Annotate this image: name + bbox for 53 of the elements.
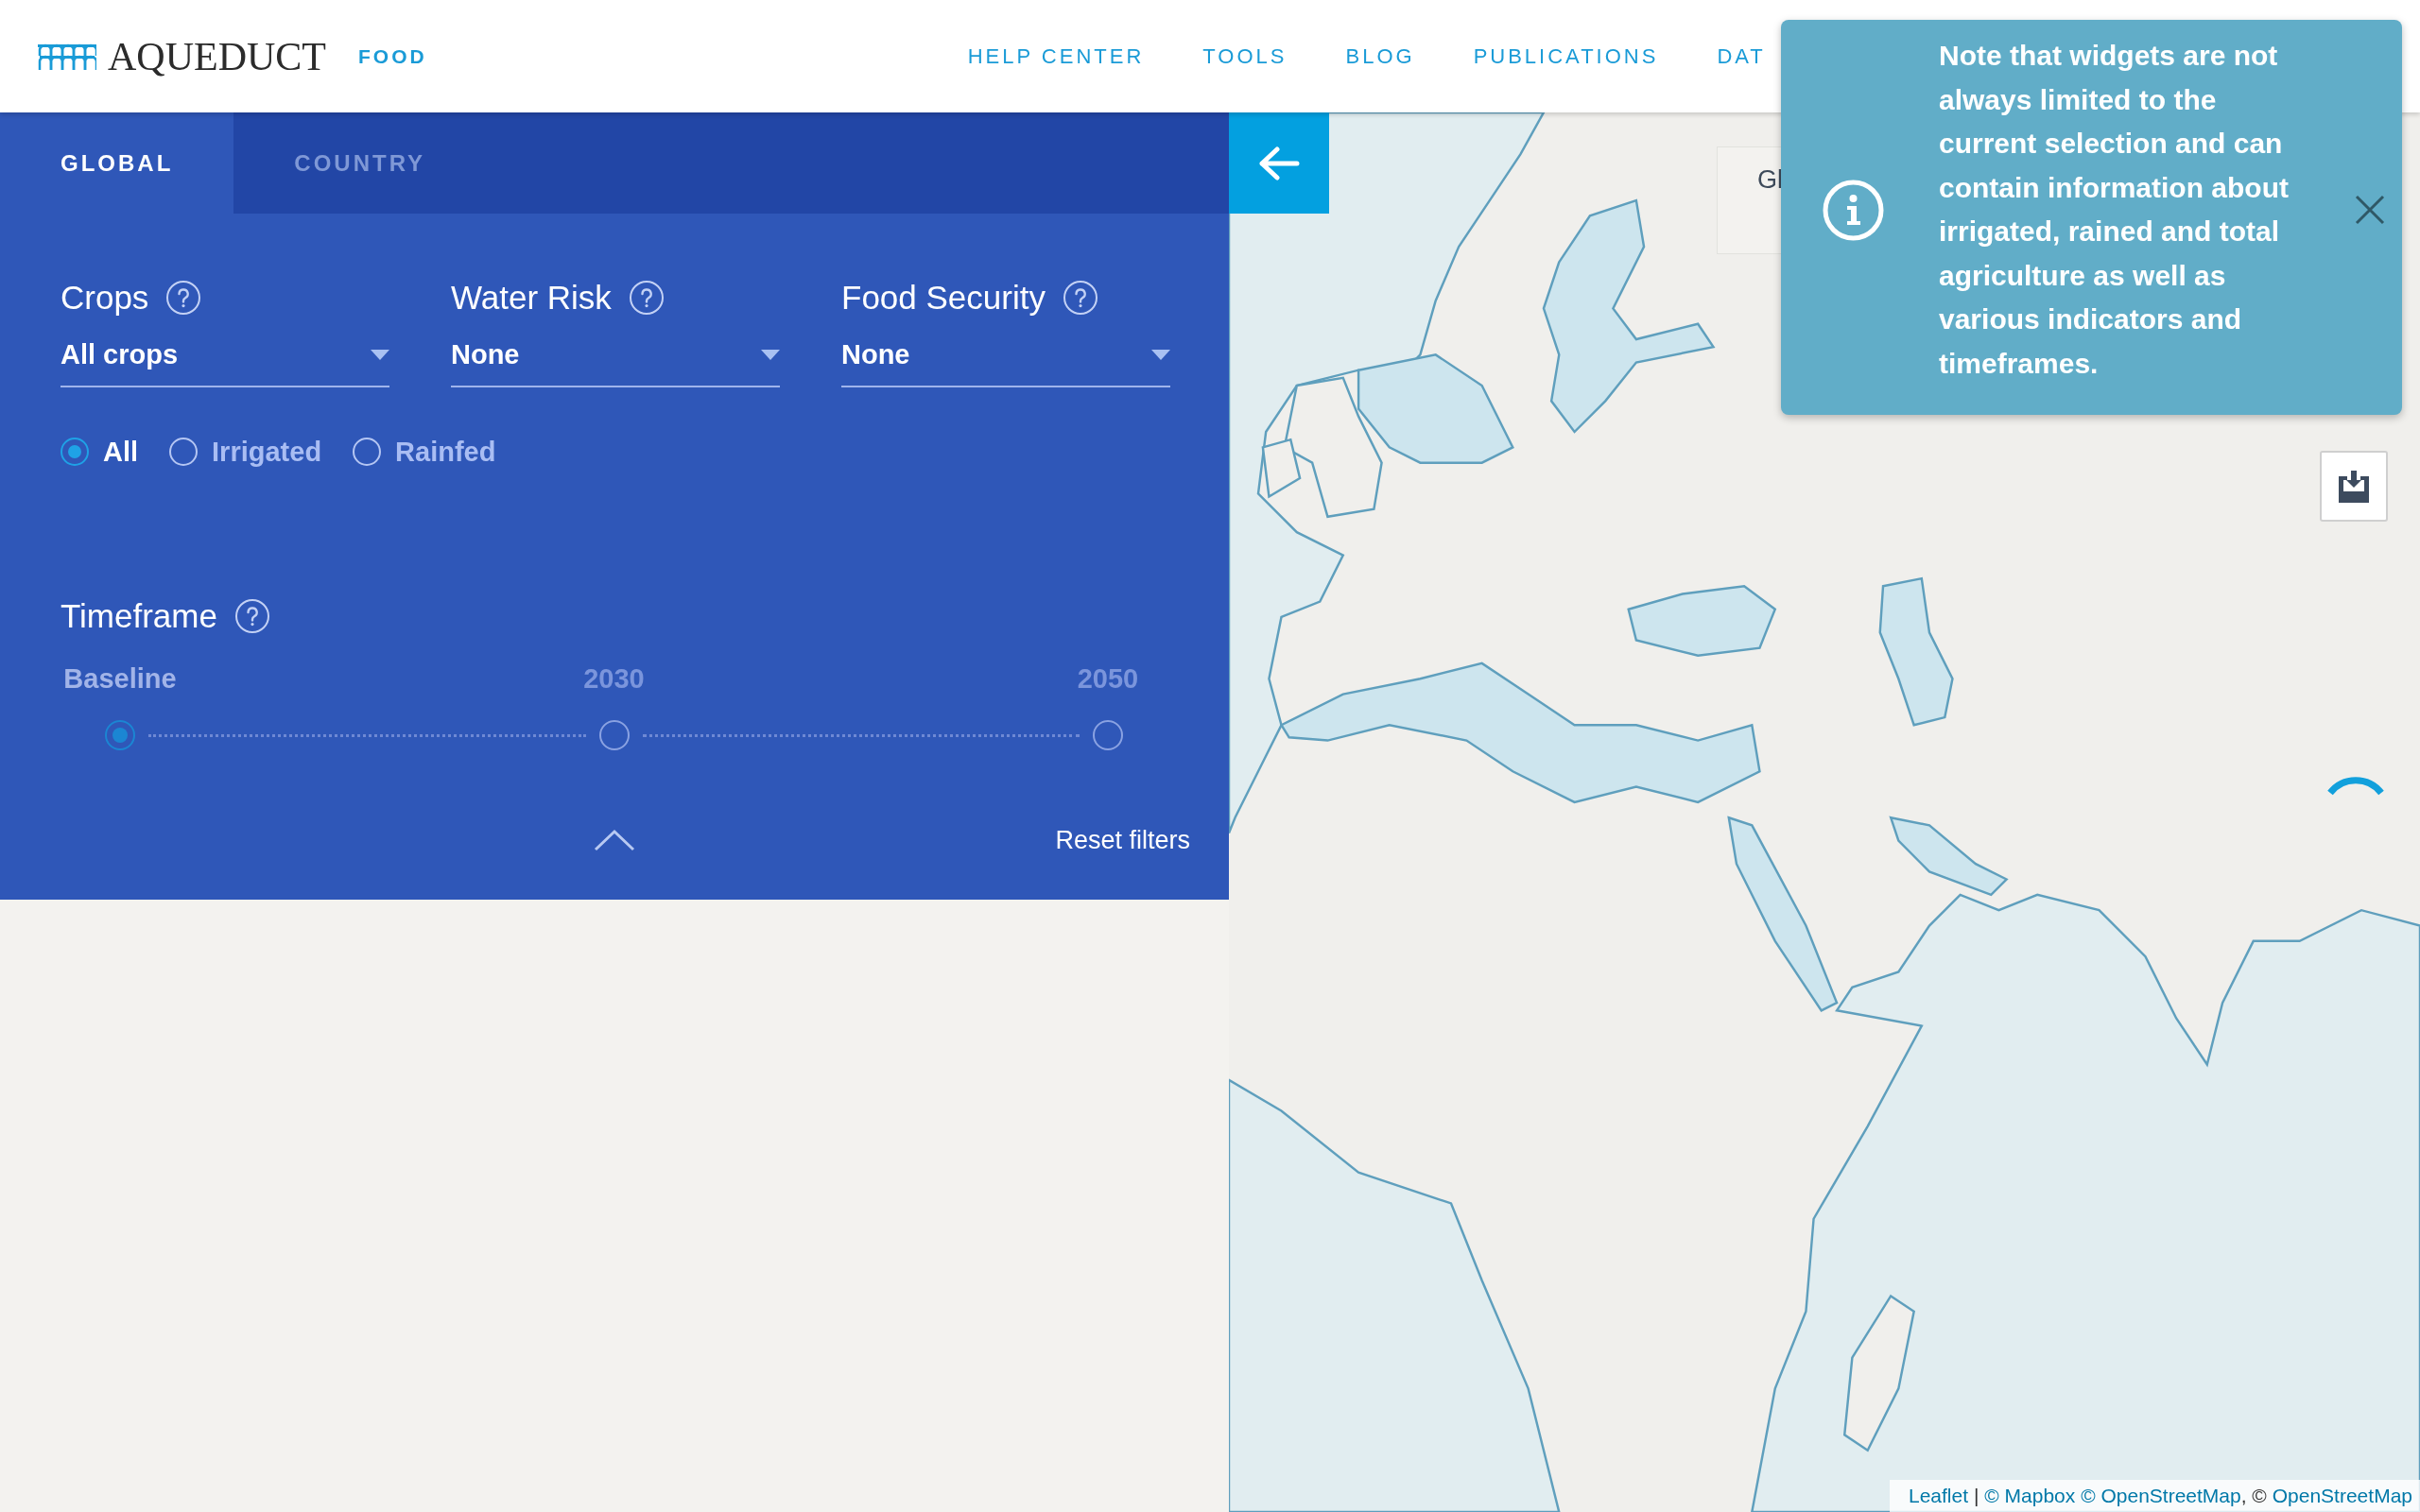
dropdown[interactable]: All crops (60, 329, 389, 387)
help-icon[interactable] (1062, 280, 1098, 316)
slider-label: 2030 (582, 662, 646, 695)
tab[interactable]: GLOBAL (0, 112, 234, 214)
slider-stop[interactable] (1093, 720, 1123, 750)
help-icon[interactable] (165, 280, 202, 316)
collapse-chevron-icon[interactable] (593, 829, 635, 851)
logo-text: AQUEDUCT (108, 36, 326, 77)
help-icon[interactable] (628, 280, 665, 316)
caret-icon (371, 349, 389, 360)
slider-label: 2050 (1076, 662, 1140, 695)
radio-icon[interactable] (169, 438, 199, 466)
attribution-link[interactable]: © Mapbox (1984, 1484, 2076, 1508)
attribution-link[interactable]: Leaflet (1908, 1484, 1968, 1508)
slider-label: Baseline (62, 662, 178, 695)
attribution-text: , © (2240, 1484, 2267, 1508)
filter-label: Water Risk (451, 278, 612, 318)
download-button[interactable] (2320, 451, 2388, 522)
attribution-link[interactable]: © OpenStreetMap (2081, 1484, 2241, 1508)
product-name: FOOD (358, 44, 427, 68)
tab[interactable]: COUNTRY (233, 112, 487, 214)
filter-label: Crops (60, 278, 149, 318)
arrow-left-icon (1258, 146, 1300, 180)
radio-icon[interactable] (353, 438, 382, 466)
nav-link[interactable]: PUBLICATIONS (1473, 43, 1659, 69)
radio-option[interactable]: Rainfed (353, 436, 496, 468)
slider-stop[interactable] (105, 720, 135, 750)
download-icon (2338, 470, 2370, 503)
attribution-link[interactable]: OpenStreetMap (2272, 1484, 2412, 1508)
slider-stop[interactable] (598, 720, 630, 750)
info-icon (1823, 179, 1884, 241)
legend-title: Gl (1757, 165, 1783, 194)
caret-icon (1151, 349, 1170, 360)
attribution-text: | (1973, 1484, 1979, 1508)
dropdown[interactable]: None (841, 329, 1170, 387)
radio-option[interactable]: All (60, 436, 139, 468)
nav-link[interactable]: DAT (1717, 43, 1766, 69)
help-icon[interactable] (233, 598, 270, 634)
reset-filters-link[interactable]: Reset filters (1055, 825, 1190, 855)
radio-option[interactable]: Irrigated (169, 436, 322, 468)
back-arrow-button[interactable] (1229, 112, 1329, 214)
timeframe-slider[interactable] (105, 720, 1123, 750)
close-icon[interactable] (2355, 195, 2385, 225)
loading-spinner-icon (2326, 776, 2385, 797)
tooltip-text: Note that widgets are not always limited to the current selection and can contain information about irrigated, rained and total agriculture as well as various indicators and timeframes. (1939, 39, 2290, 381)
nav-link[interactable]: TOOLS (1202, 43, 1288, 69)
filter-label: Food Security (841, 278, 1046, 318)
radio-icon[interactable] (60, 438, 89, 466)
filter-label: Timeframe (60, 596, 217, 636)
nav-link[interactable]: HELP CENTER (967, 43, 1145, 69)
nav-link[interactable]: BLOG (1345, 43, 1415, 69)
caret-icon (761, 349, 780, 360)
dropdown[interactable]: None (451, 329, 780, 387)
